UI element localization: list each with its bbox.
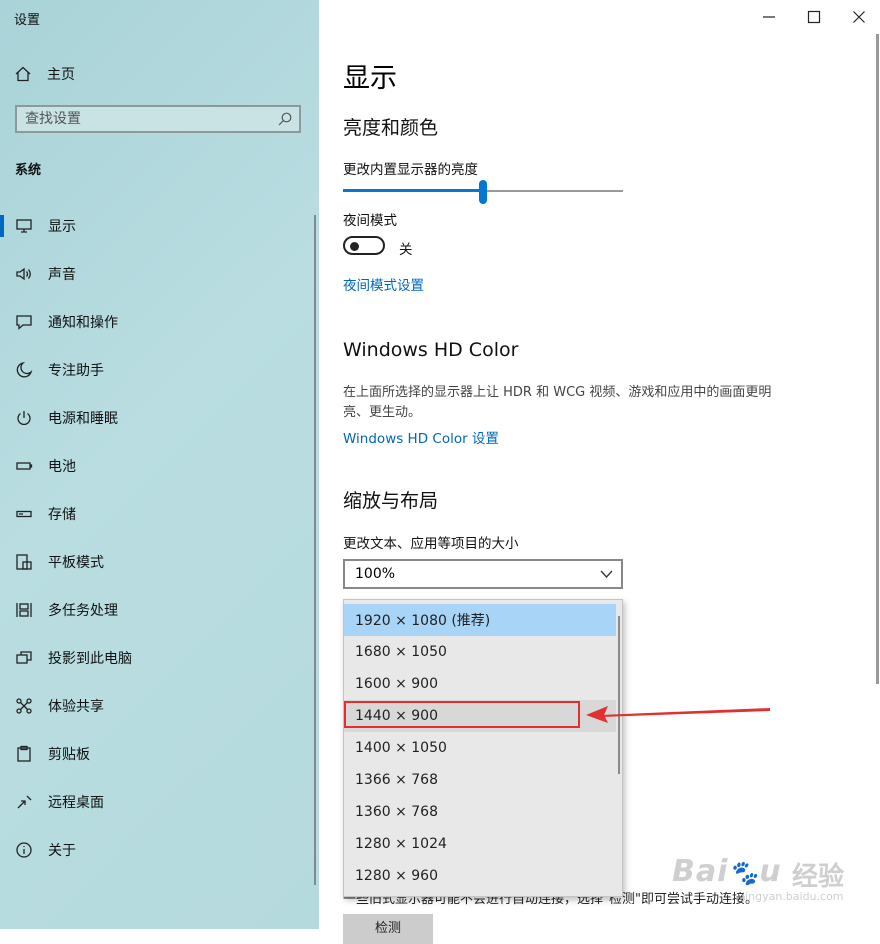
arrow-head xyxy=(586,706,608,723)
brightness-label: 更改内置显示器的亮度 xyxy=(343,162,478,178)
resolution-option[interactable]: 1360 × 768 xyxy=(344,796,616,828)
baidu-watermark: Bai🐾u 经验 jingyan.baidu.com xyxy=(672,848,872,910)
resolution-option[interactable]: 1400 × 1050 xyxy=(344,732,616,764)
sidebar-home[interactable]: 主页 xyxy=(14,64,75,84)
sidebar-item-label: 体验共享 xyxy=(48,699,104,715)
minimize-button[interactable] xyxy=(746,6,792,28)
annotation-highlight-box xyxy=(344,701,580,728)
night-light-state: 关 xyxy=(399,242,413,258)
slider-thumb[interactable] xyxy=(479,180,487,204)
sidebar-nav: 显示 声音 通知和操作 专注助手 电源和睡眠 电池 存储 平板模式 多任务处理 … xyxy=(0,202,319,874)
sidebar-item-multitasking[interactable]: 多任务处理 xyxy=(0,586,319,634)
sidebar-item-label: 电源和睡眠 xyxy=(48,411,118,427)
project-icon xyxy=(16,651,32,664)
remote-desktop-icon xyxy=(17,795,32,809)
watermark-url: jingyan.baidu.com xyxy=(742,890,844,903)
toggle-knob xyxy=(350,241,359,251)
resolution-option[interactable]: 1600 × 900 xyxy=(344,668,616,700)
sidebar-item-shared-experiences[interactable]: 体验共享 xyxy=(0,682,319,730)
tablet-icon xyxy=(16,554,32,570)
resolution-option[interactable]: 1280 × 1024 xyxy=(344,828,616,860)
scale-select-value: 100% xyxy=(355,566,396,582)
search-input[interactable] xyxy=(25,110,265,128)
sidebar-item-clipboard[interactable]: 剪贴板 xyxy=(0,730,319,778)
brightness-slider[interactable] xyxy=(343,178,623,204)
maximize-icon xyxy=(807,10,821,24)
sidebar-item-label: 多任务处理 xyxy=(48,603,118,619)
sidebar-item-label: 电池 xyxy=(48,459,76,475)
clipboard-icon xyxy=(17,745,31,762)
sidebar-item-label: 投影到此电脑 xyxy=(48,651,132,667)
maximize-button[interactable] xyxy=(791,6,837,28)
moon-icon xyxy=(16,361,33,378)
resolution-option[interactable]: 1280 × 960 xyxy=(344,860,616,892)
dropdown-scrollbar[interactable] xyxy=(618,616,620,774)
scale-label: 更改文本、应用等项目的大小 xyxy=(343,536,519,552)
notification-icon xyxy=(16,315,32,330)
resolution-dropdown: 1920 × 1080 (推荐) 1680 × 1050 1600 × 900 144… xyxy=(343,599,623,897)
search-icon[interactable] xyxy=(277,111,293,127)
section-title: 系统 xyxy=(15,163,42,178)
sidebar-item-tablet-mode[interactable]: 平板模式 xyxy=(0,538,319,586)
minimize-icon xyxy=(763,16,775,18)
annotation-arrow xyxy=(586,706,770,723)
page-title: 显示 xyxy=(343,63,397,94)
chevron-down-icon xyxy=(600,570,613,578)
sidebar-item-label: 平板模式 xyxy=(48,555,104,571)
search-box[interactable] xyxy=(15,105,301,133)
watermark-logo: Bai🐾u xyxy=(672,854,782,889)
sidebar-item-label: 存储 xyxy=(48,507,76,523)
info-icon xyxy=(16,842,32,858)
sidebar: 设置 主页 系统 显示 声音 通知和操作 专注助手 电源和睡眠 xyxy=(0,0,319,929)
speaker-icon xyxy=(16,267,31,281)
window-title: 设置 xyxy=(14,13,41,28)
night-light-settings-link[interactable]: 夜间模式设置 xyxy=(343,274,424,294)
sidebar-scrollbar[interactable] xyxy=(314,215,316,885)
slider-fill xyxy=(343,189,483,192)
sidebar-item-about[interactable]: 关于 xyxy=(0,826,319,874)
resolution-option[interactable]: 1920 × 1080 (推荐) xyxy=(344,604,616,636)
multitask-icon xyxy=(16,603,32,617)
share-icon xyxy=(16,698,32,714)
sidebar-item-label: 远程桌面 xyxy=(48,795,104,811)
hd-color-description: 在上面所选择的显示器上让 HDR 和 WCG 视频、游戏和应用中的画面更明亮、更… xyxy=(343,385,772,420)
scale-layout-heading: 缩放与布局 xyxy=(343,490,439,512)
home-icon xyxy=(15,66,31,82)
main-scrollbar[interactable] xyxy=(876,34,879,684)
resolution-option[interactable]: 1680 × 1050 xyxy=(344,636,616,668)
close-icon xyxy=(853,11,865,23)
sidebar-item-storage[interactable]: 存储 xyxy=(0,490,319,538)
arrow-shaft xyxy=(600,708,770,717)
night-light-toggle[interactable] xyxy=(343,236,385,255)
sidebar-item-notifications[interactable]: 通知和操作 xyxy=(0,298,319,346)
sidebar-item-project[interactable]: 投影到此电脑 xyxy=(0,634,319,682)
sidebar-item-battery[interactable]: 电池 xyxy=(0,442,319,490)
sidebar-item-label: 专注助手 xyxy=(48,363,104,379)
sidebar-item-label: 声音 xyxy=(48,267,76,283)
hd-color-settings-link[interactable]: Windows HD Color 设置 xyxy=(343,427,499,447)
sidebar-item-label: 通知和操作 xyxy=(48,315,118,331)
sidebar-home-label: 主页 xyxy=(47,67,75,83)
brightness-heading: 亮度和颜色 xyxy=(343,117,439,139)
power-icon xyxy=(17,411,31,425)
battery-icon xyxy=(16,462,33,470)
sidebar-item-label: 显示 xyxy=(48,219,76,235)
sidebar-item-display[interactable]: 显示 xyxy=(0,202,319,250)
watermark-text: 经验 xyxy=(792,862,845,892)
detect-button[interactable]: 检测 xyxy=(343,914,433,944)
night-light-label: 夜间模式 xyxy=(343,213,397,229)
sidebar-item-power-sleep[interactable]: 电源和睡眠 xyxy=(0,394,319,442)
sidebar-item-sound[interactable]: 声音 xyxy=(0,250,319,298)
hd-color-heading: Windows HD Color xyxy=(343,339,519,361)
sidebar-item-focus-assist[interactable]: 专注助手 xyxy=(0,346,319,394)
resolution-option[interactable]: 1366 × 768 xyxy=(344,764,616,796)
sidebar-item-remote-desktop[interactable]: 远程桌面 xyxy=(0,778,319,826)
close-button[interactable] xyxy=(836,6,880,28)
scale-select[interactable]: 100% xyxy=(343,559,623,589)
monitor-icon xyxy=(16,219,32,233)
storage-icon xyxy=(16,510,32,518)
resolution-options: 1920 × 1080 (推荐) 1680 × 1050 1600 × 900 144… xyxy=(344,604,616,892)
sidebar-item-label: 关于 xyxy=(48,843,76,859)
sidebar-item-label: 剪贴板 xyxy=(48,747,90,763)
